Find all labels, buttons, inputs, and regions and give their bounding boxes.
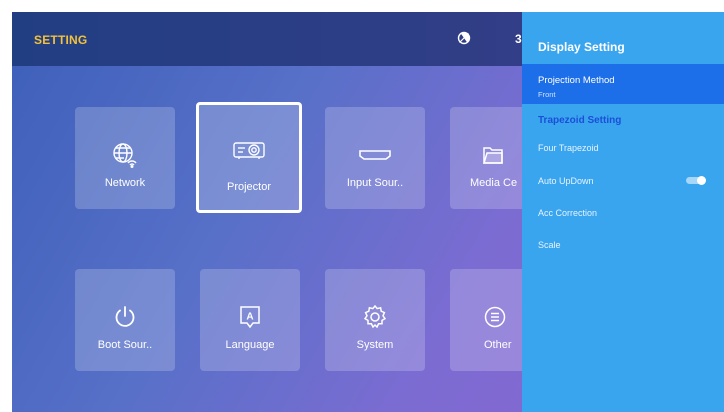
clock-text: 3 bbox=[515, 32, 522, 46]
scale-item[interactable]: Scale bbox=[522, 240, 724, 250]
item-label: Projection Method bbox=[538, 75, 615, 86]
svg-text:A: A bbox=[246, 312, 253, 323]
settings-screen: SETTING 3 Network Projector Input Sour..… bbox=[12, 12, 724, 412]
item-value: Front bbox=[538, 90, 556, 99]
projector-icon bbox=[199, 136, 299, 164]
item-label: Auto UpDown bbox=[538, 176, 594, 186]
tile-projector[interactable]: Projector bbox=[196, 102, 302, 213]
tile-label: Projector bbox=[226, 181, 272, 193]
page-title: SETTING bbox=[34, 33, 88, 47]
tile-label: System bbox=[356, 339, 394, 351]
tile-network[interactable]: Network bbox=[75, 107, 175, 209]
item-label: Acc Correction bbox=[538, 208, 598, 218]
auto-updown-toggle[interactable] bbox=[686, 176, 706, 185]
brightness-icon bbox=[456, 30, 472, 46]
tile-label: Language bbox=[225, 339, 275, 351]
projection-method-item[interactable]: Projection Method Front bbox=[522, 64, 724, 104]
panel-title: Display Setting bbox=[538, 40, 625, 54]
tile-label: Network bbox=[104, 177, 146, 189]
gear-icon bbox=[325, 303, 425, 331]
input-source-icon bbox=[325, 141, 425, 169]
power-icon bbox=[75, 303, 175, 331]
display-setting-panel: Display Setting Projection Method Front … bbox=[522, 12, 724, 412]
four-trapezoid-item[interactable]: Four Trapezoid bbox=[522, 143, 724, 153]
tile-system[interactable]: System bbox=[325, 269, 425, 371]
tile-input-source[interactable]: Input Sour.. bbox=[325, 107, 425, 209]
toggle-knob bbox=[697, 176, 706, 185]
item-label: Scale bbox=[538, 240, 561, 250]
tile-label: Input Sour.. bbox=[346, 177, 404, 189]
tile-boot-source[interactable]: Boot Sour.. bbox=[75, 269, 175, 371]
acc-correction-item[interactable]: Acc Correction bbox=[522, 208, 724, 218]
section-title: Trapezoid Setting bbox=[538, 115, 622, 126]
item-label: Four Trapezoid bbox=[538, 143, 599, 153]
tile-label: Boot Sour.. bbox=[97, 339, 153, 351]
tile-language[interactable]: A Language bbox=[200, 269, 300, 371]
network-icon bbox=[75, 141, 175, 169]
language-icon: A bbox=[200, 303, 300, 331]
